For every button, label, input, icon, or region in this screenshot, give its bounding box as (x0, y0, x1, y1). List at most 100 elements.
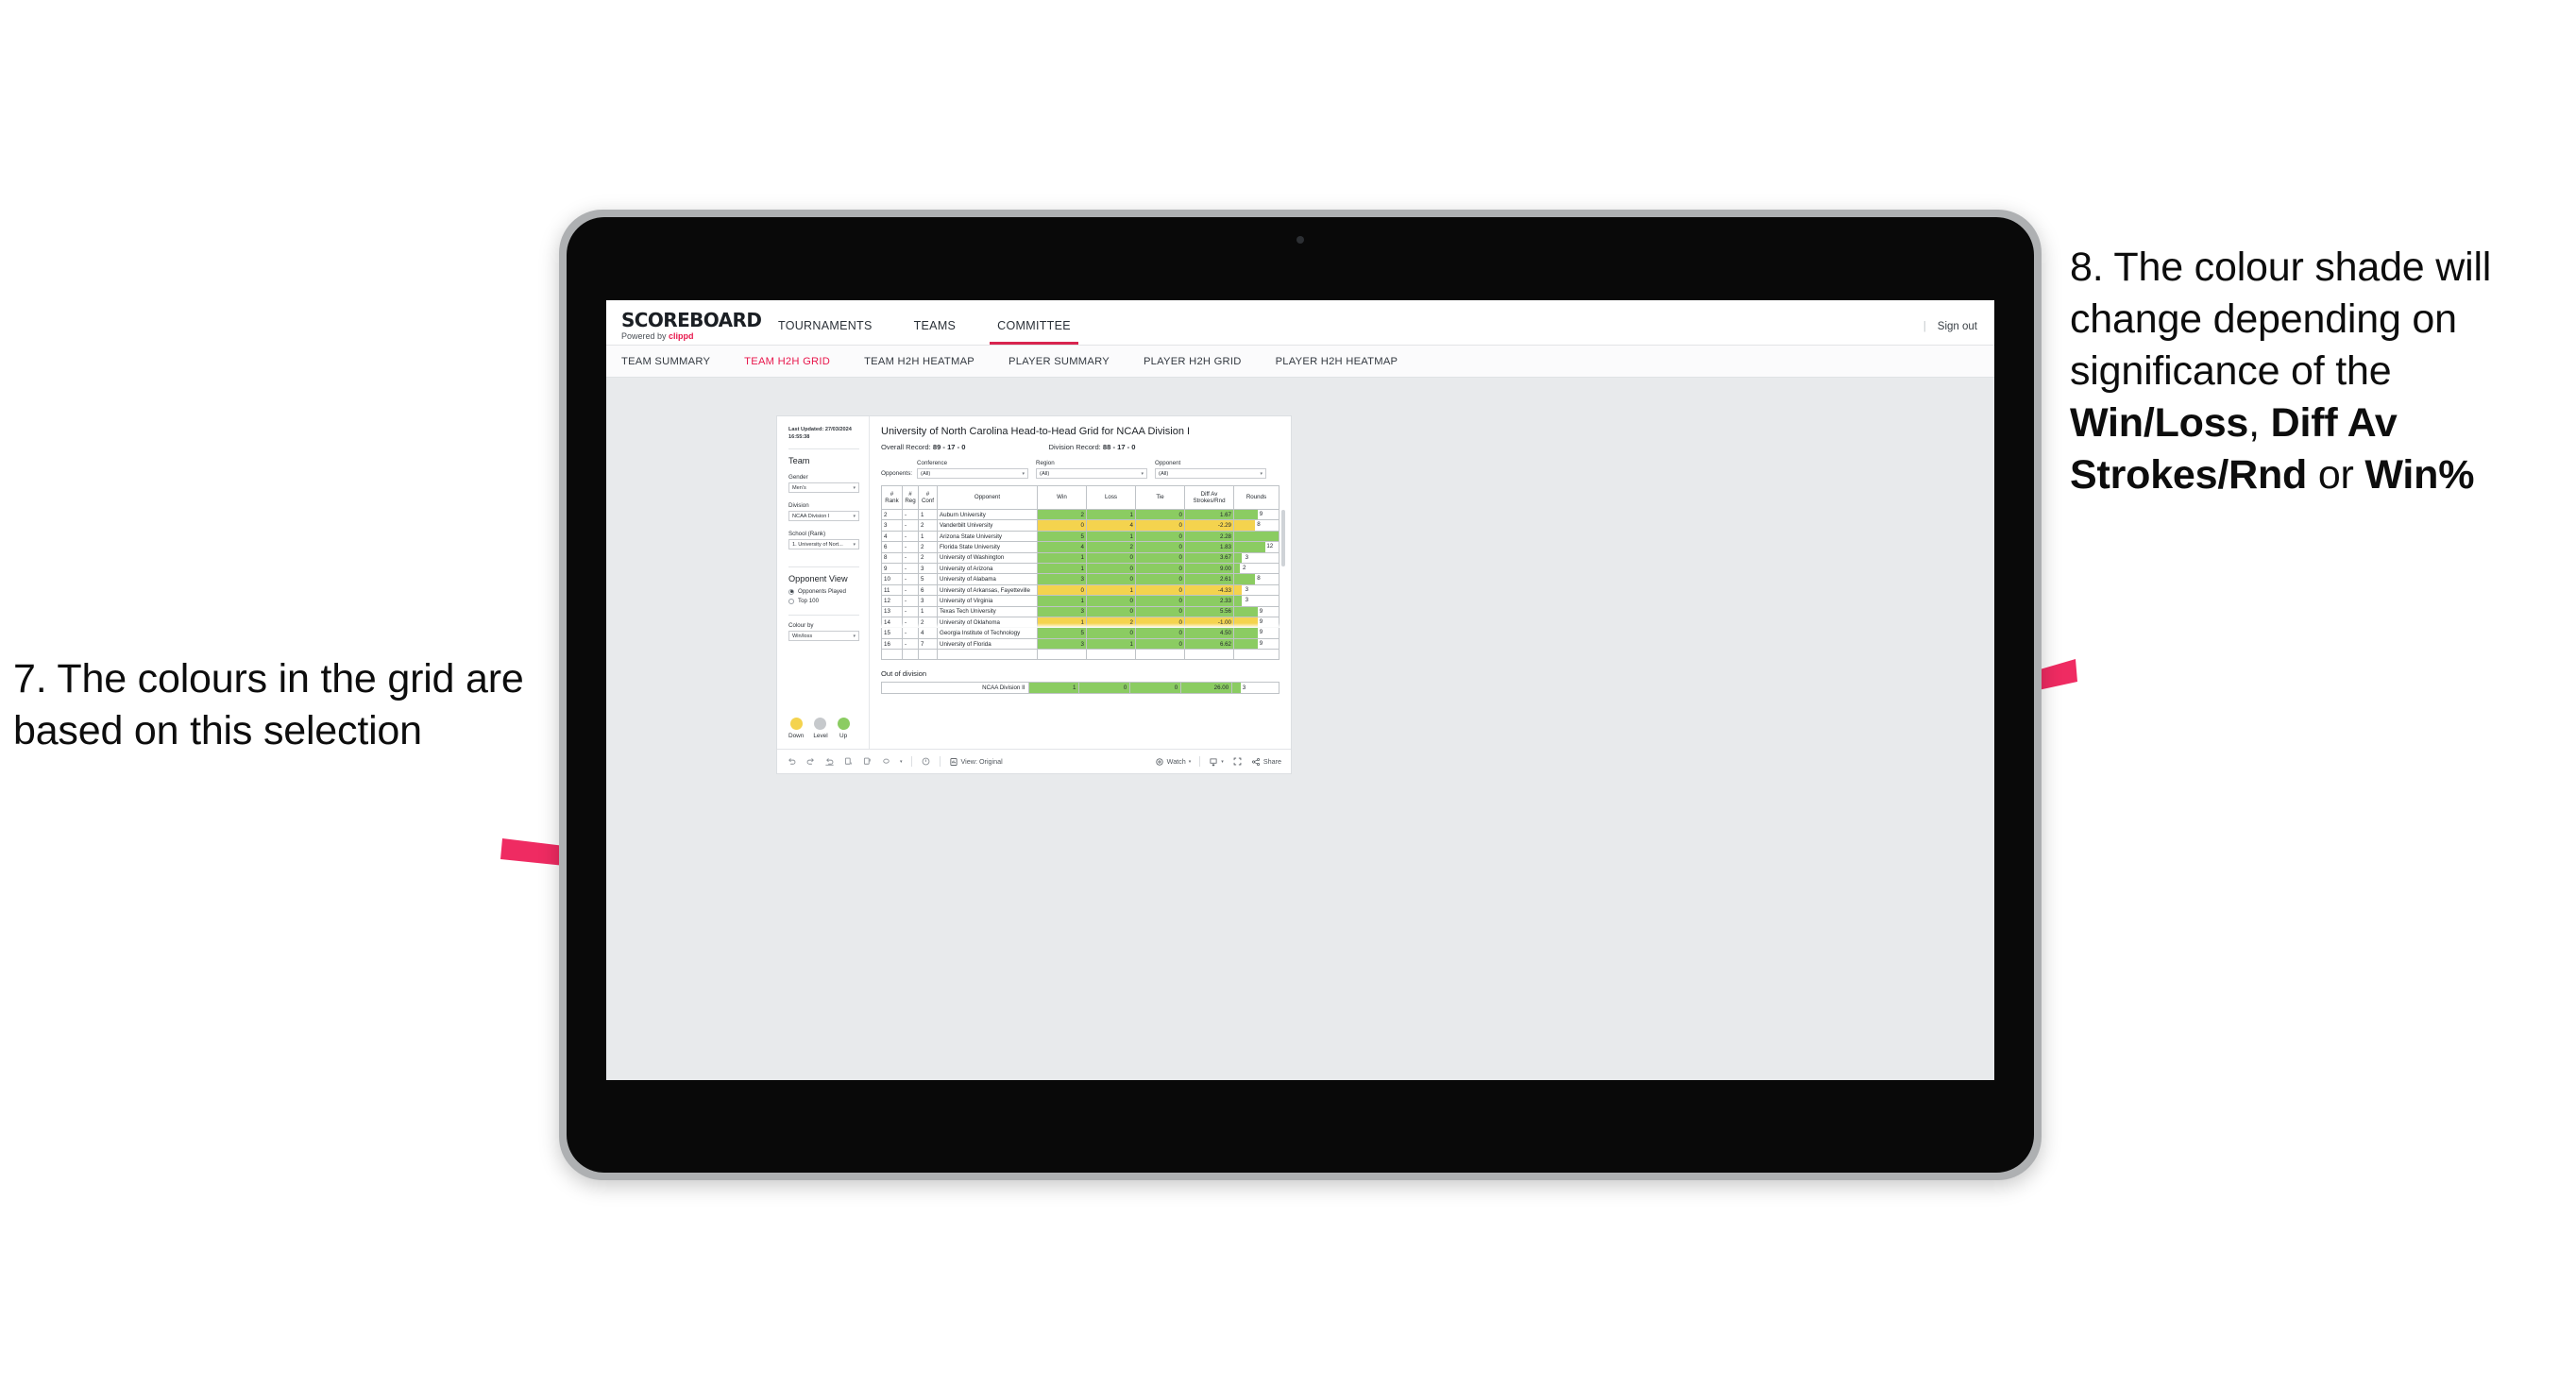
tab-team-h2h-heatmap[interactable]: TEAM H2H HEATMAP (847, 356, 991, 367)
chevron-down-icon[interactable]: ▾ (900, 759, 903, 765)
chevron-down-icon: ▾ (1221, 758, 1224, 765)
radio-top-100-label: Top 100 (798, 598, 820, 605)
out-of-division-title: Out of division (881, 668, 927, 678)
table-row[interactable]: 11-6 University of Arkansas, Fayetteville… (881, 583, 1280, 597)
share-button[interactable]: Share (1251, 757, 1281, 767)
cell-win: 0 (1037, 583, 1087, 597)
table-row[interactable]: 4-1Arizona State University5102.2817 (881, 530, 1280, 543)
share-label: Share (1263, 757, 1281, 766)
watch-button[interactable]: Watch ▾ (1155, 757, 1191, 767)
table-row[interactable]: 14-2 University of Oklahoma 1 2 0 -1.00 9 (881, 617, 1280, 629)
toolbar-divider-2 (939, 756, 941, 767)
col-conf-l2: Conf (921, 498, 935, 504)
filter-conference-select[interactable]: (All) ▾ (917, 468, 1029, 479)
records-row: Overall Record: 89 - 17 - 0 Division Rec… (881, 443, 1280, 451)
alert-icon[interactable] (921, 756, 931, 767)
tab-team-summary[interactable]: TEAM SUMMARY (621, 356, 727, 367)
rounds-value: 8 (1257, 521, 1261, 529)
cell-opponent: University of Alabama (937, 573, 1038, 585)
radio-opponents-played-label: Opponents Played (798, 588, 846, 596)
tab-player-h2h-heatmap[interactable]: PLAYER H2H HEATMAP (1259, 356, 1415, 367)
cell-opponent: University of Florida (937, 637, 1038, 651)
cell-tie: 0 (1135, 508, 1185, 521)
division-select[interactable]: NCAA Division I ▾ (788, 511, 859, 522)
redo-icon[interactable] (805, 756, 816, 767)
division-record-value: 88 - 17 - 0 (1102, 443, 1136, 451)
cell-loss: 0 (1086, 605, 1136, 618)
cell-loss: 0 (1086, 563, 1136, 575)
cell-win: 3 (1037, 605, 1087, 618)
app-header: SCOREBOARD Powered by clippd TOURNAMENTS… (606, 300, 1994, 346)
tab-team-h2h-grid[interactable]: TEAM H2H GRID (727, 356, 847, 367)
gender-select[interactable]: Men's ▾ (788, 482, 859, 494)
cell-tie: 0 (1135, 627, 1185, 639)
sign-out-link[interactable]: Sign out (1938, 321, 1977, 332)
cell-win: 3 (1037, 573, 1087, 585)
download-button[interactable]: ▾ (1209, 757, 1224, 767)
filter-conference-value: (All) (921, 470, 931, 477)
table-row[interactable]: 10-5 University of Alabama 3 0 0 2.61 8 (881, 573, 1280, 585)
tablet-device-frame: SCOREBOARD Powered by clippd TOURNAMENTS… (559, 210, 2042, 1180)
resume-icon[interactable] (862, 756, 873, 767)
cell-win: 1 (1037, 551, 1087, 565)
revert-icon[interactable] (824, 756, 835, 767)
cell-win: 1 (1037, 617, 1087, 629)
radio-unselected-icon (788, 598, 794, 604)
table-vertical-scrollbar[interactable] (1281, 510, 1285, 566)
table-row[interactable]: 13-1 Texas Tech University 3 0 0 5.56 9 (881, 605, 1280, 618)
filter-opponent-value: (All) (1159, 470, 1169, 477)
table-row[interactable]: 15-4 Georgia Institute of Technology 5 0 0 4.… (881, 627, 1280, 639)
cell-tie: 0 (1135, 605, 1185, 618)
filter-opponent-select[interactable]: (All) ▾ (1155, 468, 1267, 479)
tableau-toolbar: ▾ View: Original Watch ▾ ▾ Share (777, 749, 1291, 773)
table-row[interactable]: 12-3 University of Virginia 1 0 0 2.33 3 (881, 595, 1280, 607)
cell-rank: 8 (881, 551, 903, 565)
cell-conf: 3 (918, 595, 938, 607)
undo-icon[interactable] (787, 756, 797, 767)
ood-tie: 0 (1129, 681, 1182, 694)
cell-reg: - (902, 519, 919, 532)
colour-by-select[interactable]: Win/loss ▾ (788, 631, 859, 642)
table-row[interactable]: 6-2 Florida State University 4 2 0 1.83 12 (881, 541, 1280, 553)
refresh-icon[interactable] (881, 756, 891, 767)
view-original-button[interactable]: View: Original (949, 757, 1003, 767)
rounds-bar (1234, 574, 1256, 584)
rounds-bar (1232, 682, 1241, 693)
school-select[interactable]: 1. University of Nort... ▾ (788, 539, 859, 550)
filter-sidebar: Last Updated: 27/03/2024 16:55:38 Team G… (777, 416, 870, 749)
rounds-value: 9 (1259, 639, 1263, 647)
school-label: School (Rank) (788, 531, 826, 538)
fullscreen-icon[interactable] (1232, 756, 1243, 767)
table-row[interactable]: 3-2 Vanderbilt University 0 4 0 -2.29 8 (881, 519, 1280, 532)
tab-player-h2h-grid[interactable]: PLAYER H2H GRID (1127, 356, 1259, 367)
table-row[interactable]: 8-2 University of Washington 1 0 0 3.67 3 (881, 551, 1280, 565)
rounds-bar (1234, 607, 1258, 617)
cell-win: 3 (1037, 637, 1087, 651)
table-row[interactable]: 2-1 Auburn University 2 1 0 1.67 9 (881, 508, 1280, 521)
cell-diff: -1.00 (1184, 617, 1234, 629)
radio-top-100[interactable]: Top 100 (788, 598, 859, 604)
radio-opponents-played[interactable]: Opponents Played (788, 588, 859, 595)
cell-conf: 5 (918, 573, 938, 585)
cell-rounds: 3 (1233, 583, 1280, 597)
table-row: NCAA Division II 1 0 0 26.00 3 (881, 681, 1280, 694)
nav-committee[interactable]: COMMITTEE (976, 319, 1092, 345)
legend-item-level: Level (813, 718, 828, 739)
table-row[interactable]: 16-7 University of Florida 3 1 0 6.62 9 (881, 637, 1280, 651)
header-divider: | (1923, 321, 1926, 332)
nav-teams[interactable]: TEAMS (893, 319, 977, 345)
table-row[interactable]: 9-3 University of Arizona 1 0 0 9.00 2 (881, 563, 1280, 575)
cell-conf: 1 (918, 508, 938, 521)
tab-player-summary[interactable]: PLAYER SUMMARY (991, 356, 1127, 367)
col-rounds: Rounds (1233, 485, 1280, 510)
viz-title: University of North Carolina Head-to-Hea… (881, 426, 1191, 437)
nav-tournaments[interactable]: TOURNAMENTS (757, 319, 893, 345)
col-diff: Diff Av Strokes/Rnd (1184, 485, 1234, 510)
rounds-bar (1234, 542, 1266, 552)
filter-region-select[interactable]: (All) ▾ (1036, 468, 1148, 479)
brand-logo[interactable]: SCOREBOARD Powered by clippd (606, 311, 762, 345)
pause-icon[interactable] (843, 756, 854, 767)
cell-conf: 3 (918, 563, 938, 575)
ood-name: NCAA Division II (881, 681, 1029, 694)
last-updated-label: Last Updated: 27/03/2024 16:55:38 (788, 426, 859, 441)
